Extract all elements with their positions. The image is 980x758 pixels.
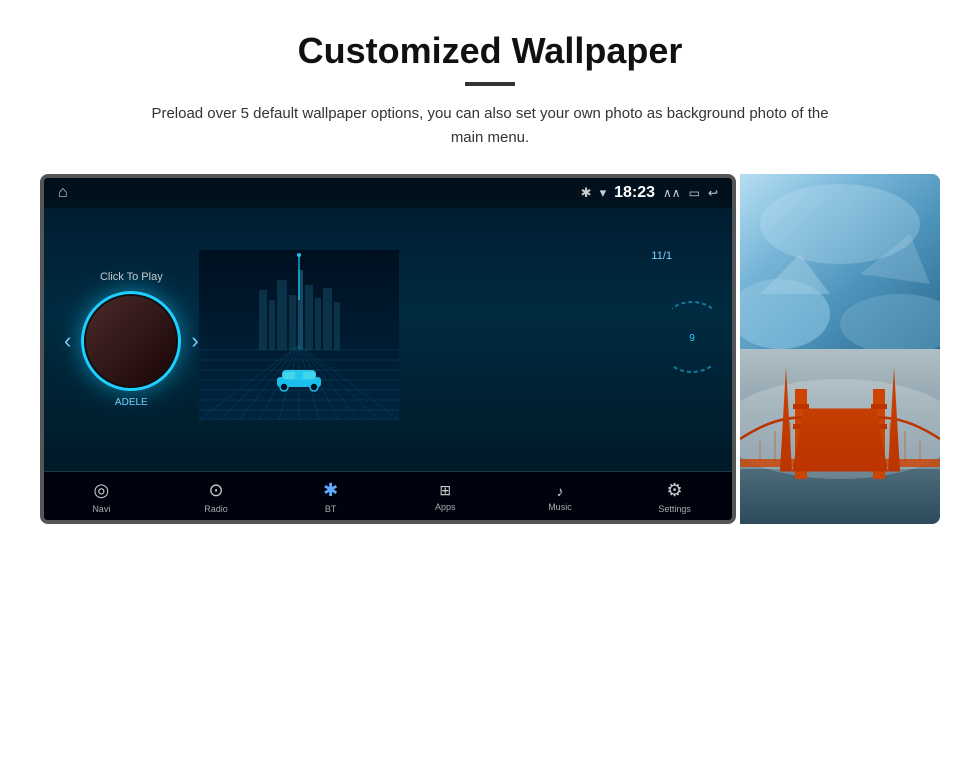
apps-label: Apps [435, 502, 456, 512]
content-row: ⌂ ✱ ▾ 18:23 ∧∧ ▭ ↩ Click To Play [40, 174, 940, 524]
status-left: ⌂ [58, 184, 68, 202]
music-icon: ♪ [556, 483, 563, 499]
album-ring: ▶ [81, 291, 181, 391]
prev-track-button[interactable]: ‹ [64, 328, 71, 354]
center-viz: 11/1 [199, 250, 672, 430]
media-panel: Click To Play ‹ ▶ › [64, 271, 199, 408]
click-to-play-label: Click To Play [100, 271, 163, 283]
wallpaper-preview-ice[interactable] [740, 174, 940, 349]
ice-image [740, 174, 940, 349]
car-screen: ⌂ ✱ ▾ 18:23 ∧∧ ▭ ↩ Click To Play [44, 178, 732, 520]
wallpaper-preview-bridge[interactable] [740, 349, 940, 524]
nav-item-apps[interactable]: ⊞ Apps [420, 482, 470, 512]
nav-item-bt[interactable]: ✱ BT [306, 480, 356, 514]
artist-name: ADELE [115, 397, 148, 408]
right-gauge: 9 [672, 267, 712, 412]
settings-label: Settings [658, 504, 691, 514]
right-images [740, 174, 940, 524]
music-label: Music [548, 502, 572, 512]
wifi-icon: ▾ [600, 185, 607, 201]
nav-item-music[interactable]: ♪ Music [535, 483, 585, 512]
status-time: 18:23 [614, 184, 655, 202]
car-screen-wrapper: ⌂ ✱ ▾ 18:23 ∧∧ ▭ ↩ Click To Play [40, 174, 736, 524]
bt-label: BT [325, 504, 337, 514]
ice-svg [740, 174, 940, 349]
nav-item-navi[interactable]: ◎ Navi [76, 480, 126, 514]
date-display: 11/1 [651, 250, 672, 262]
navi-label: Navi [92, 504, 110, 514]
page-subtitle: Preload over 5 default wallpaper options… [150, 102, 830, 150]
radio-icon: ⊙ [208, 480, 223, 501]
svg-text:9: 9 [689, 333, 695, 344]
up-arrows-icon: ∧∧ [663, 186, 681, 200]
gauge-svg: 9 [672, 267, 712, 407]
home-icon: ⌂ [58, 184, 68, 201]
status-right: ✱ ▾ 18:23 ∧∧ ▭ ↩ [581, 184, 718, 202]
album-art-container: ‹ ▶ › [64, 291, 199, 391]
nav-bar: ◎ Navi ⊙ Radio ✱ BT ⊞ Apps [44, 471, 732, 520]
album-photo: ▶ [86, 296, 176, 386]
page-title: Customized Wallpaper [298, 30, 683, 72]
navi-icon: ◎ [93, 480, 109, 501]
settings-icon: ⚙ [667, 480, 683, 501]
city-skyline-svg [199, 250, 399, 420]
nav-item-settings[interactable]: ⚙ Settings [650, 480, 700, 514]
page-container: Customized Wallpaper Preload over 5 defa… [0, 0, 980, 758]
apps-icon: ⊞ [439, 482, 451, 499]
bt-icon: ✱ [581, 185, 592, 201]
status-bar: ⌂ ✱ ▾ 18:23 ∧∧ ▭ ↩ [44, 178, 732, 208]
back-icon: ↩ [708, 186, 718, 200]
main-content: Click To Play ‹ ▶ › [44, 208, 732, 471]
bridge-image [740, 349, 940, 524]
bridge-svg [740, 349, 940, 524]
nav-item-radio[interactable]: ⊙ Radio [191, 480, 241, 514]
title-divider [465, 82, 515, 86]
next-track-button[interactable]: › [191, 328, 198, 354]
radio-label: Radio [204, 504, 228, 514]
bt-nav-icon: ✱ [323, 480, 338, 501]
window-icon: ▭ [689, 186, 700, 200]
